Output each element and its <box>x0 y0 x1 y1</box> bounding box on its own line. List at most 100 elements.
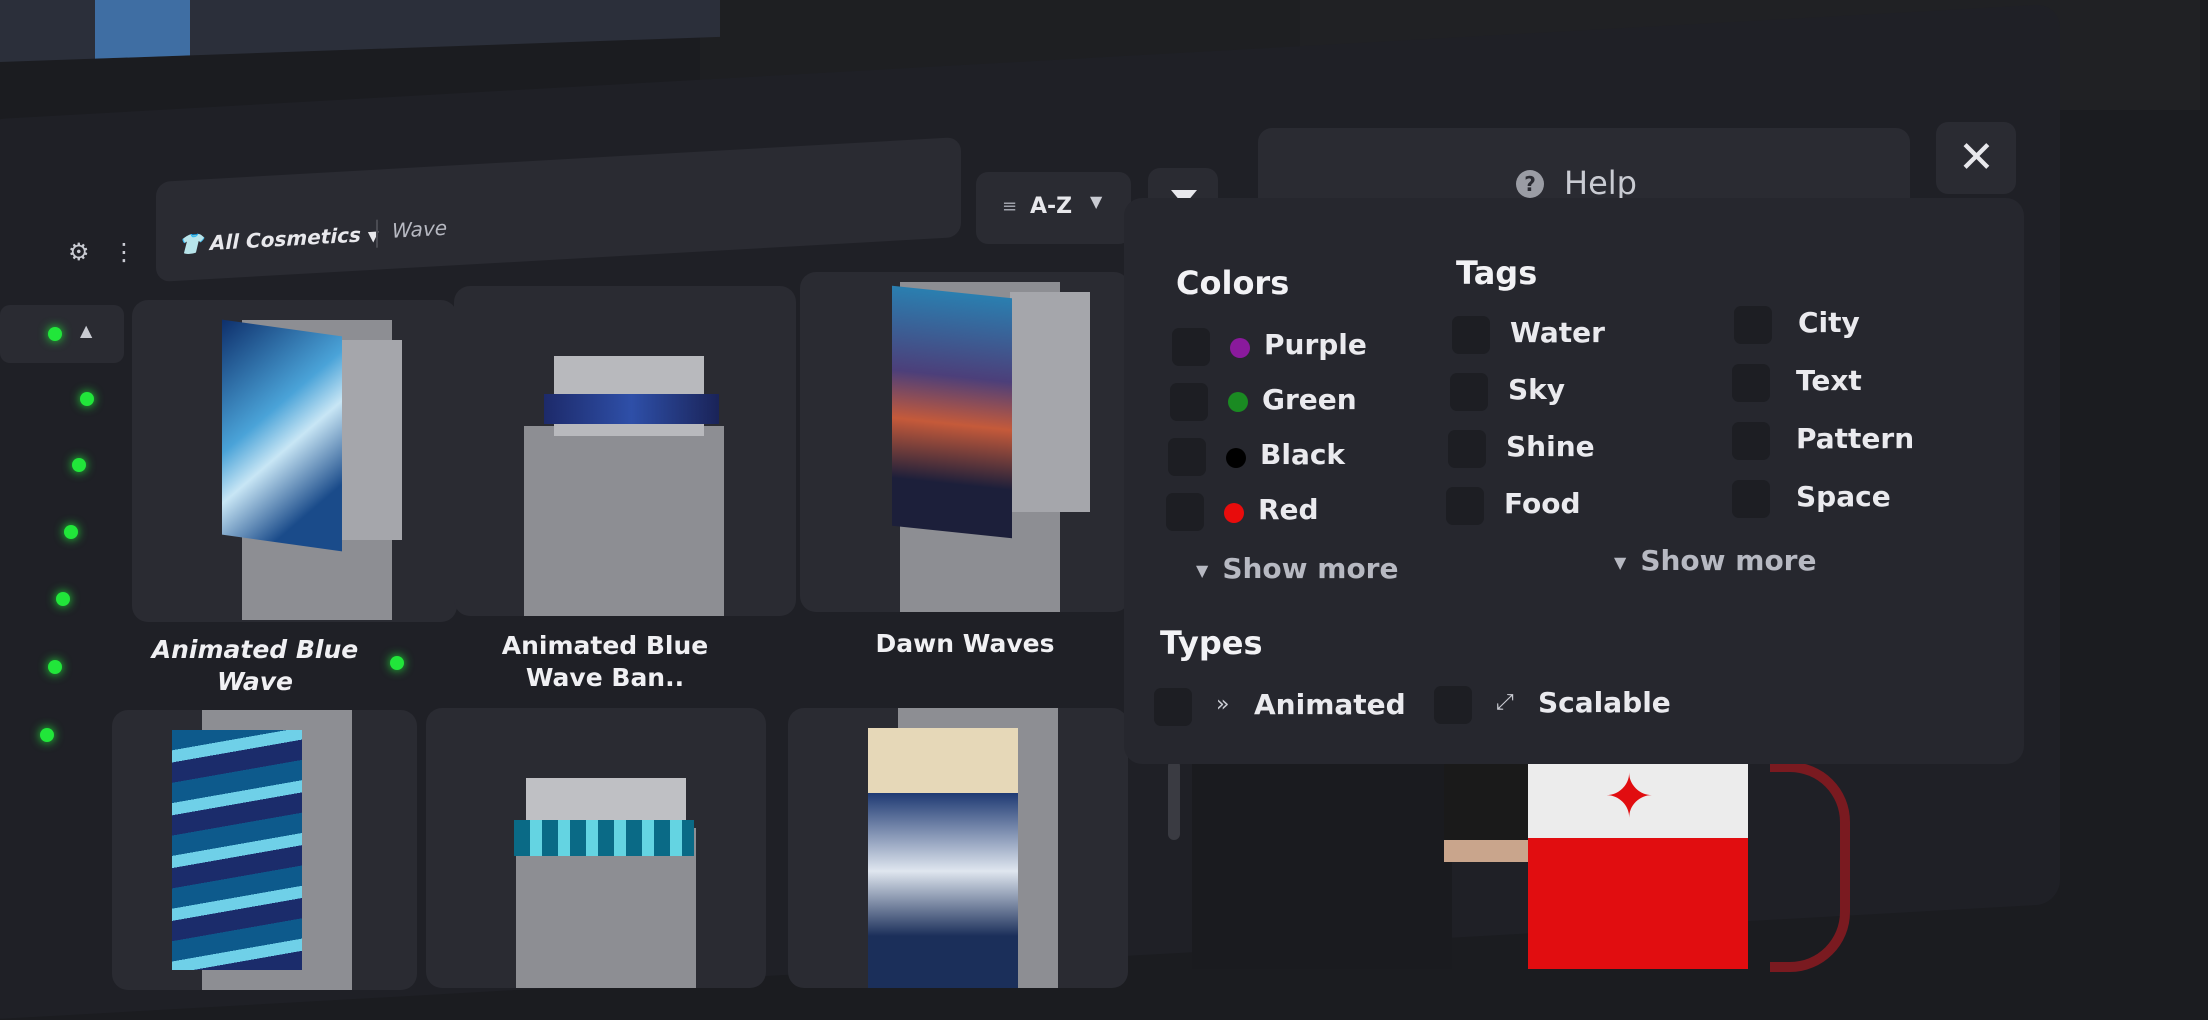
cosmetic-card[interactable] <box>800 272 1130 612</box>
type-option-scalable[interactable]: Scalable <box>1538 686 1671 719</box>
show-more-label: Show more <box>1640 544 1817 577</box>
tag-option-water[interactable]: Water <box>1510 316 1605 349</box>
status-dot <box>40 728 54 742</box>
color-swatch-purple <box>1230 338 1250 358</box>
checkbox-shine[interactable] <box>1448 430 1486 468</box>
sidebar-active-row[interactable]: ▲ <box>0 305 124 363</box>
help-label: Help <box>1564 164 1637 202</box>
checkbox-black[interactable] <box>1168 438 1206 476</box>
checkbox-green[interactable] <box>1170 383 1208 421</box>
color-swatch-green <box>1228 392 1248 412</box>
checkbox-food[interactable] <box>1446 487 1484 525</box>
color-option-green[interactable]: Green <box>1262 383 1357 416</box>
status-dot <box>48 660 62 674</box>
cosmetic-name-line: Animated Blue <box>151 635 359 664</box>
cosmetic-name: Dawn Waves <box>850 628 1080 660</box>
tag-option-food[interactable]: Food <box>1504 487 1581 520</box>
cosmetic-name: Animated Blue Wave <box>130 634 380 698</box>
cape-preview <box>892 285 1012 539</box>
cosmetic-card[interactable] <box>426 708 766 988</box>
checkbox-space[interactable] <box>1732 480 1770 518</box>
avatar-cape <box>1770 762 1850 972</box>
show-more-label: Show more <box>1222 552 1399 585</box>
preview-background <box>1192 760 1452 969</box>
divider <box>376 219 378 248</box>
fast-forward-icon: » <box>1216 692 1230 717</box>
types-heading: Types <box>1160 624 1263 662</box>
sort-icon: ≡ <box>1002 196 1018 217</box>
cosmetic-card[interactable] <box>454 286 796 616</box>
maple-leaf-icon: ✦ <box>1604 762 1655 832</box>
checkbox-text[interactable] <box>1732 364 1770 402</box>
settings-icon[interactable]: ⚙ <box>68 238 96 266</box>
cape-preview <box>172 730 302 970</box>
tag-option-text[interactable]: Text <box>1796 364 1862 397</box>
shirt-icon: 👕 <box>178 231 203 257</box>
question-icon: ? <box>1516 170 1544 198</box>
avatar-hand <box>1444 840 1530 862</box>
cape-preview <box>868 728 1018 988</box>
cosmetic-card[interactable] <box>788 708 1128 988</box>
checkbox-city[interactable] <box>1734 306 1772 344</box>
status-dot <box>80 392 94 406</box>
search-input[interactable]: Wave <box>392 216 447 243</box>
status-dot <box>48 327 62 341</box>
colors-show-more-button[interactable]: ▼ Show more <box>1196 552 1398 585</box>
more-options-icon[interactable]: ⋮ <box>112 238 136 266</box>
category-label: All Cosmetics <box>209 222 361 255</box>
tags-show-more-button[interactable]: ▼ Show more <box>1614 544 1816 577</box>
cosmetic-card[interactable] <box>132 300 457 622</box>
color-option-purple[interactable]: Purple <box>1264 328 1367 361</box>
chevron-down-icon: ▼ <box>1090 192 1103 211</box>
checkbox-pattern[interactable] <box>1732 422 1770 460</box>
character-arm <box>332 340 402 540</box>
character-model <box>524 426 724 616</box>
tags-heading: Tags <box>1456 254 1538 292</box>
checkbox-purple[interactable] <box>1172 328 1210 366</box>
sort-label: A-Z <box>1030 194 1073 219</box>
chevron-up-icon[interactable]: ▲ <box>80 321 92 340</box>
tag-option-city[interactable]: City <box>1798 306 1860 339</box>
cosmetic-name: Animated Blue Wave Ban.. <box>470 630 740 694</box>
top-bar <box>0 0 720 62</box>
cosmetic-name-line: Animated Blue <box>501 631 709 660</box>
tag-option-pattern[interactable]: Pattern <box>1796 422 1914 455</box>
tag-option-space[interactable]: Space <box>1796 480 1891 513</box>
status-dot <box>56 592 70 606</box>
type-option-animated[interactable]: Animated <box>1254 688 1406 721</box>
scrollbar[interactable] <box>1168 760 1180 840</box>
resize-icon: ⤢ <box>1496 690 1514 715</box>
chevron-down-icon: ▼ <box>1196 560 1209 580</box>
checkbox-red[interactable] <box>1166 493 1204 531</box>
cosmetic-name-line: Wave Ban.. <box>525 663 685 692</box>
color-swatch-red <box>1224 503 1244 523</box>
headband-preview <box>544 394 719 424</box>
colors-heading: Colors <box>1176 264 1290 302</box>
chevron-down-icon: ▼ <box>1614 552 1627 572</box>
character-arm <box>1010 292 1090 512</box>
color-option-red[interactable]: Red <box>1258 493 1319 526</box>
tag-option-shine[interactable]: Shine <box>1506 430 1595 463</box>
close-button[interactable]: ✕ <box>1936 122 2016 194</box>
checkbox-animated[interactable] <box>1154 688 1192 726</box>
cosmetic-name-line: Dawn Waves <box>875 629 1055 658</box>
close-icon: ✕ <box>1958 132 1995 183</box>
cosmetic-card[interactable] <box>112 710 417 990</box>
top-bar-thumbnail <box>95 0 190 59</box>
color-option-black[interactable]: Black <box>1260 438 1345 471</box>
status-dot <box>64 525 78 539</box>
filter-popup: Colors Tags Purple Green Black Red ▼ Show… <box>1124 198 2024 764</box>
avatar-shirt-flag <box>1528 838 1748 969</box>
checkbox-water[interactable] <box>1452 316 1490 354</box>
cape-preview <box>222 319 342 552</box>
category-dropdown[interactable]: 👕 All Cosmetics ▼ <box>178 222 379 257</box>
tag-option-sky[interactable]: Sky <box>1508 373 1565 406</box>
checkbox-scalable[interactable] <box>1434 686 1472 724</box>
checkbox-sky[interactable] <box>1450 373 1488 411</box>
color-swatch-black <box>1226 448 1246 468</box>
equipped-indicator <box>390 656 404 670</box>
headband-preview <box>514 820 694 856</box>
status-dot <box>72 458 86 472</box>
sort-button[interactable]: ≡ A-Z ▼ <box>976 172 1131 244</box>
cosmetic-name-line: Wave <box>216 667 293 696</box>
